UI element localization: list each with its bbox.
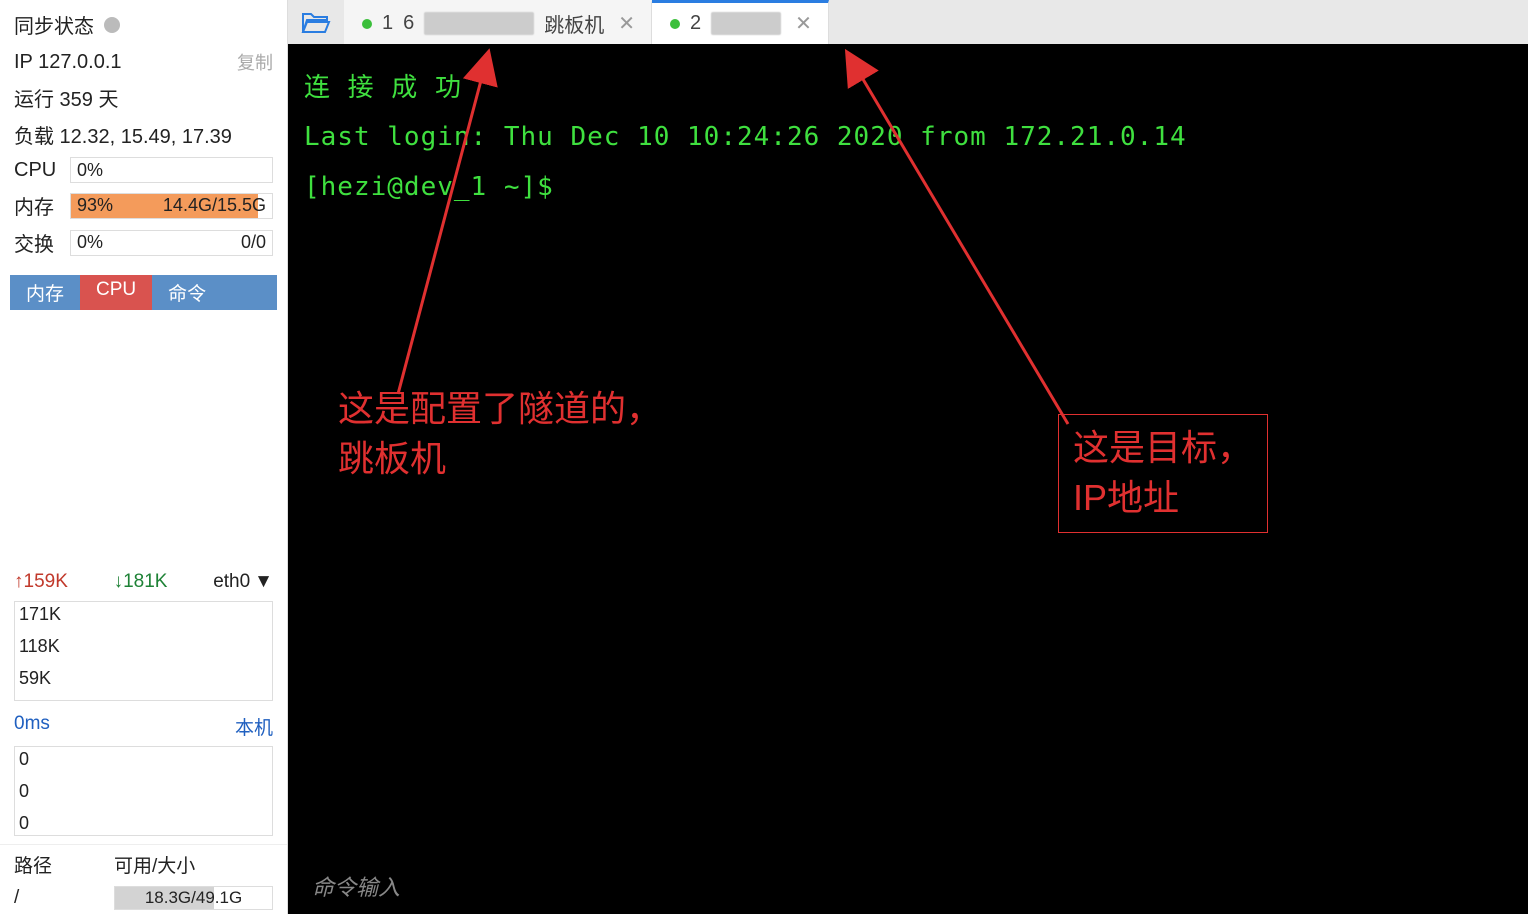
uptime-row: 运行 359 天 — [0, 79, 287, 116]
annotation-left: 这是配置了隧道的， 跳板机 — [338, 384, 662, 485]
cpu-metric: CPU 0% — [0, 153, 287, 187]
cpu-pct: 0% — [77, 160, 103, 181]
tab-2-close-button[interactable]: ✕ — [791, 11, 816, 36]
disk-col-avail: 可用/大小 — [114, 851, 195, 878]
sync-status-row: 同步状态 — [0, 0, 287, 45]
terminal-line-2: Last login: Thu Dec 10 10:24:26 2020 fro… — [304, 113, 1512, 162]
tab-1[interactable]: 1 6 xxxxxxxxxxx 跳板机 ✕ — [344, 0, 652, 44]
ping-row: 0ms 本机 — [0, 709, 287, 744]
mem-label: 内存 — [14, 191, 62, 220]
ping-chart: 0 0 0 — [14, 746, 273, 836]
mem-bar: 93% 14.4G/15.5G — [70, 193, 273, 219]
connection-dot-icon — [670, 19, 680, 29]
status-dot-icon — [104, 17, 120, 33]
mem-pct: 93% — [77, 195, 113, 216]
tab-1-close-button[interactable]: ✕ — [614, 11, 639, 36]
annotation-right: 这是目标， IP地址 — [1058, 414, 1268, 533]
tab-2-redacted: xxxxxxx — [711, 12, 781, 35]
ip-row: IP 127.0.0.1 复制 — [0, 45, 287, 79]
sync-status-label: 同步状态 — [14, 10, 94, 39]
swap-metric: 交换 0% 0/0 — [0, 224, 287, 261]
chevron-down-icon: ▼ — [254, 571, 273, 593]
main-area: 1 6 xxxxxxxxxxx 跳板机 ✕ 2 xxxxxxx ✕ 连 接 成 功… — [288, 0, 1528, 914]
tab-1-prefix: 6 — [403, 12, 414, 35]
tab-1-suffix: 跳板机 — [544, 9, 604, 38]
proc-tab-mem[interactable]: 内存 — [10, 275, 80, 310]
process-tabs: 内存 CPU 命令 — [10, 275, 277, 310]
ping-tick-3: 0 — [19, 813, 29, 834]
ping-tick-2: 0 — [19, 781, 29, 802]
swap-label: 交换 — [14, 228, 62, 257]
uptime-value: 运行 359 天 — [14, 83, 118, 112]
folder-open-icon — [301, 10, 331, 34]
net-upload: ↑159K — [14, 571, 68, 593]
open-folder-button[interactable] — [288, 10, 344, 34]
proc-tab-cmd[interactable]: 命令 — [152, 275, 277, 310]
net-tick-2: 118K — [19, 636, 60, 657]
net-row: ↑159K ↓181K eth0 ▼ — [0, 565, 287, 599]
swap-bar: 0% 0/0 — [70, 230, 273, 256]
disk-col-path: 路径 — [14, 851, 114, 878]
net-interface-dropdown[interactable]: eth0 ▼ — [213, 571, 273, 593]
tab-bar: 1 6 xxxxxxxxxxx 跳板机 ✕ 2 xxxxxxx ✕ — [288, 0, 1528, 44]
mem-detail: 14.4G/15.5G — [163, 195, 266, 216]
disk-header: 路径 可用/大小 — [0, 844, 287, 882]
tab-2[interactable]: 2 xxxxxxx ✕ — [652, 0, 829, 44]
ping-value: 0ms — [14, 713, 50, 740]
ping-tick-1: 0 — [19, 749, 29, 770]
command-input-hint[interactable]: 命令输入 — [312, 868, 400, 910]
proc-tab-cpu[interactable]: CPU — [80, 275, 152, 310]
swap-detail: 0/0 — [241, 232, 266, 253]
terminal-pane[interactable]: 连 接 成 功 Last login: Thu Dec 10 10:24:26 … — [288, 44, 1528, 914]
terminal-line-3: [hezi@dev_1 ~]$ — [304, 163, 1512, 212]
disk-root-bar: 18.3G/49.1G — [114, 886, 273, 910]
tab-2-index: 2 — [690, 12, 701, 35]
ping-target[interactable]: 本机 — [235, 713, 273, 740]
net-tick-3: 59K — [19, 668, 51, 689]
tab-1-index: 1 — [382, 12, 393, 35]
cpu-label: CPU — [14, 159, 62, 182]
disk-row-root: / 18.3G/49.1G — [0, 882, 287, 914]
copy-button[interactable]: 复制 — [237, 49, 273, 75]
mem-metric: 内存 93% 14.4G/15.5G — [0, 187, 287, 224]
net-download: ↓181K — [114, 571, 168, 593]
load-row: 负载 12.32, 15.49, 17.39 — [0, 116, 287, 153]
cpu-bar: 0% — [70, 157, 273, 183]
sidebar: 同步状态 IP 127.0.0.1 复制 运行 359 天 负载 12.32, … — [0, 0, 288, 914]
load-value: 负载 12.32, 15.49, 17.39 — [14, 120, 232, 149]
disk-root-avail: 18.3G/49.1G — [115, 888, 272, 908]
tab-1-redacted: xxxxxxxxxxx — [424, 12, 534, 35]
disk-root-path: / — [14, 887, 114, 909]
ip-value: IP 127.0.0.1 — [14, 51, 122, 74]
connection-dot-icon — [362, 19, 372, 29]
net-chart: 171K 118K 59K — [14, 601, 273, 701]
terminal-line-1: 连 接 成 功 — [304, 64, 1512, 113]
net-tick-1: 171K — [19, 604, 61, 625]
swap-pct: 0% — [77, 232, 103, 253]
